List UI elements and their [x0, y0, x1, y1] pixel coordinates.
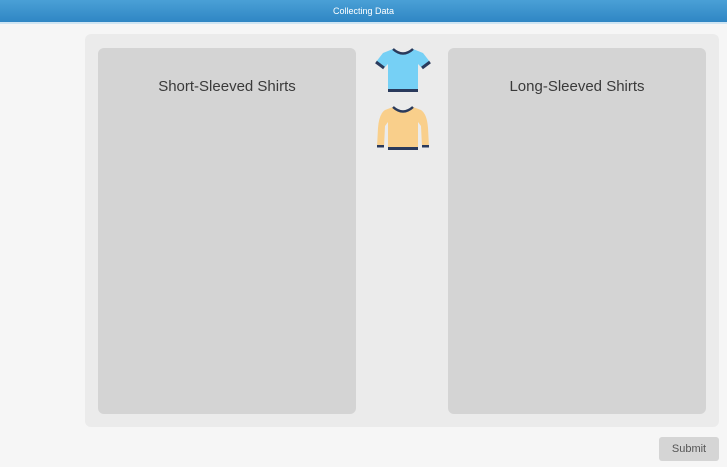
short-sleeved-bin-label: Short-Sleeved Shirts	[158, 78, 296, 95]
long-sleeve-shirt-item[interactable]	[375, 104, 431, 152]
app-title: Collecting Data	[332, 6, 395, 16]
short-sleeve-shirt-icon	[375, 48, 431, 92]
app-title-bar: Collecting Data	[0, 0, 727, 22]
sorting-area: Short-Sleeved Shirts Long-Sleeved Shirts	[85, 34, 719, 427]
short-sleeved-bin[interactable]: Short-Sleeved Shirts	[98, 48, 356, 414]
long-sleeved-bin[interactable]: Long-Sleeved Shirts	[448, 48, 706, 414]
long-sleeved-bin-label: Long-Sleeved Shirts	[509, 78, 645, 95]
submit-button[interactable]: Submit	[659, 437, 719, 461]
title-bar-divider	[0, 22, 727, 24]
long-sleeve-shirt-icon	[377, 106, 429, 150]
short-sleeve-shirt-item[interactable]	[375, 46, 431, 94]
